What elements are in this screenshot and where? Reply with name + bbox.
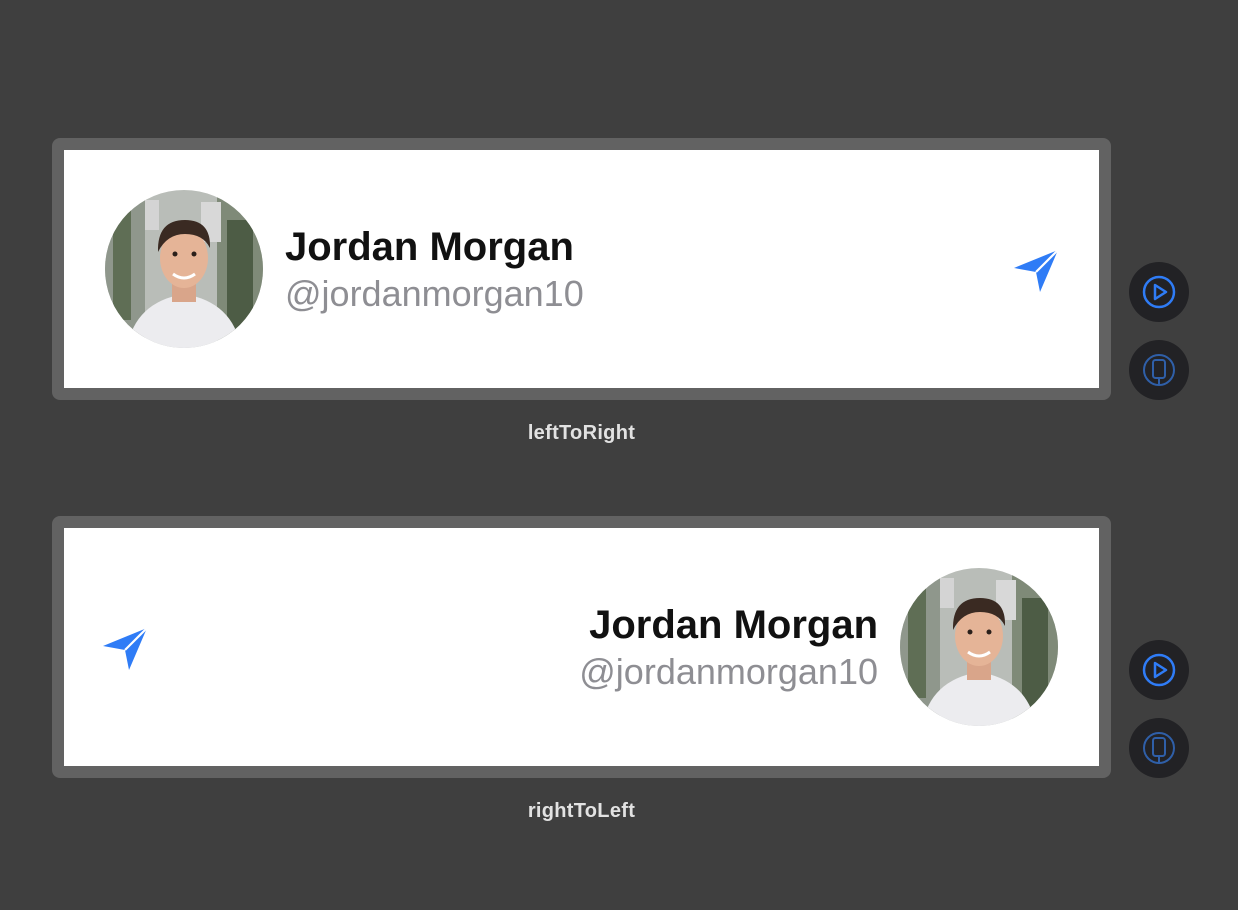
live-preview-button[interactable] xyxy=(1129,262,1189,322)
user-handle: @jordanmorgan10 xyxy=(579,651,878,692)
device-icon xyxy=(1143,732,1175,764)
preview-caption: leftToRight xyxy=(527,422,636,444)
avatar-photo xyxy=(900,568,1058,726)
preview-frame: Jordan Morgan @jordanmorgan10 xyxy=(52,516,1111,778)
device-preview-button[interactable] xyxy=(1129,340,1189,400)
preview-left-to-right: Jordan Morgan @jordanmorgan10 leftToRigh… xyxy=(0,138,1238,458)
preview-canvas: Jordan Morgan @jordanmorgan10 xyxy=(64,528,1099,766)
live-preview-button[interactable] xyxy=(1129,640,1189,700)
user-text: Jordan Morgan @jordanmorgan10 xyxy=(579,602,878,696)
preview-canvas: Jordan Morgan @jordanmorgan10 xyxy=(64,150,1099,388)
user-name: Jordan Morgan xyxy=(589,603,878,647)
user-text: Jordan Morgan @jordanmorgan10 xyxy=(285,224,584,318)
device-icon xyxy=(1143,354,1175,386)
user-handle: @jordanmorgan10 xyxy=(285,273,584,314)
preview-caption: rightToLeft xyxy=(527,800,636,822)
avatar xyxy=(105,190,263,348)
avatar xyxy=(900,568,1058,726)
paperplane-fill-icon[interactable] xyxy=(101,624,149,672)
device-preview-button[interactable] xyxy=(1129,718,1189,778)
avatar-photo xyxy=(105,190,263,348)
user-name: Jordan Morgan xyxy=(285,225,574,269)
play-circle-icon xyxy=(1142,653,1176,687)
paperplane-fill-icon[interactable] xyxy=(1012,246,1060,294)
play-circle-icon xyxy=(1142,275,1176,309)
preview-frame: Jordan Morgan @jordanmorgan10 xyxy=(52,138,1111,400)
preview-right-to-left: Jordan Morgan @jordanmorgan10 rightToLef… xyxy=(0,516,1238,836)
